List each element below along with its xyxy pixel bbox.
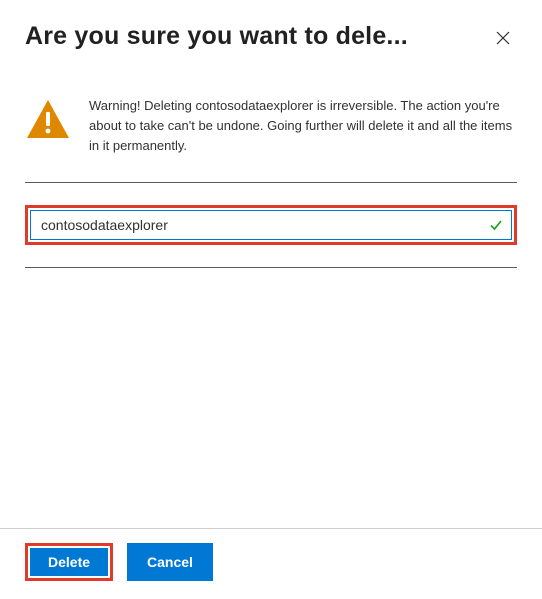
checkmark-icon [489,218,503,232]
close-icon [496,31,510,45]
dialog-title: Are you sure you want to dele... [25,22,408,51]
close-button[interactable] [492,26,514,52]
confirmation-input-highlight [25,205,517,245]
divider [25,182,517,183]
confirmation-input[interactable] [41,217,489,233]
cancel-button[interactable]: Cancel [127,543,213,581]
dialog-header: Are you sure you want to dele... [0,0,542,60]
divider [25,267,517,268]
warning-message: Warning! Deleting contosodataexplorer is… [0,60,542,172]
delete-button-highlight: Delete [25,543,113,581]
confirmation-input-container [30,210,512,240]
delete-button[interactable]: Delete [30,548,108,576]
warning-triangle-icon [25,98,71,140]
warning-text: Warning! Deleting contosodataexplorer is… [89,96,517,156]
dialog-footer: Delete Cancel [0,528,542,599]
